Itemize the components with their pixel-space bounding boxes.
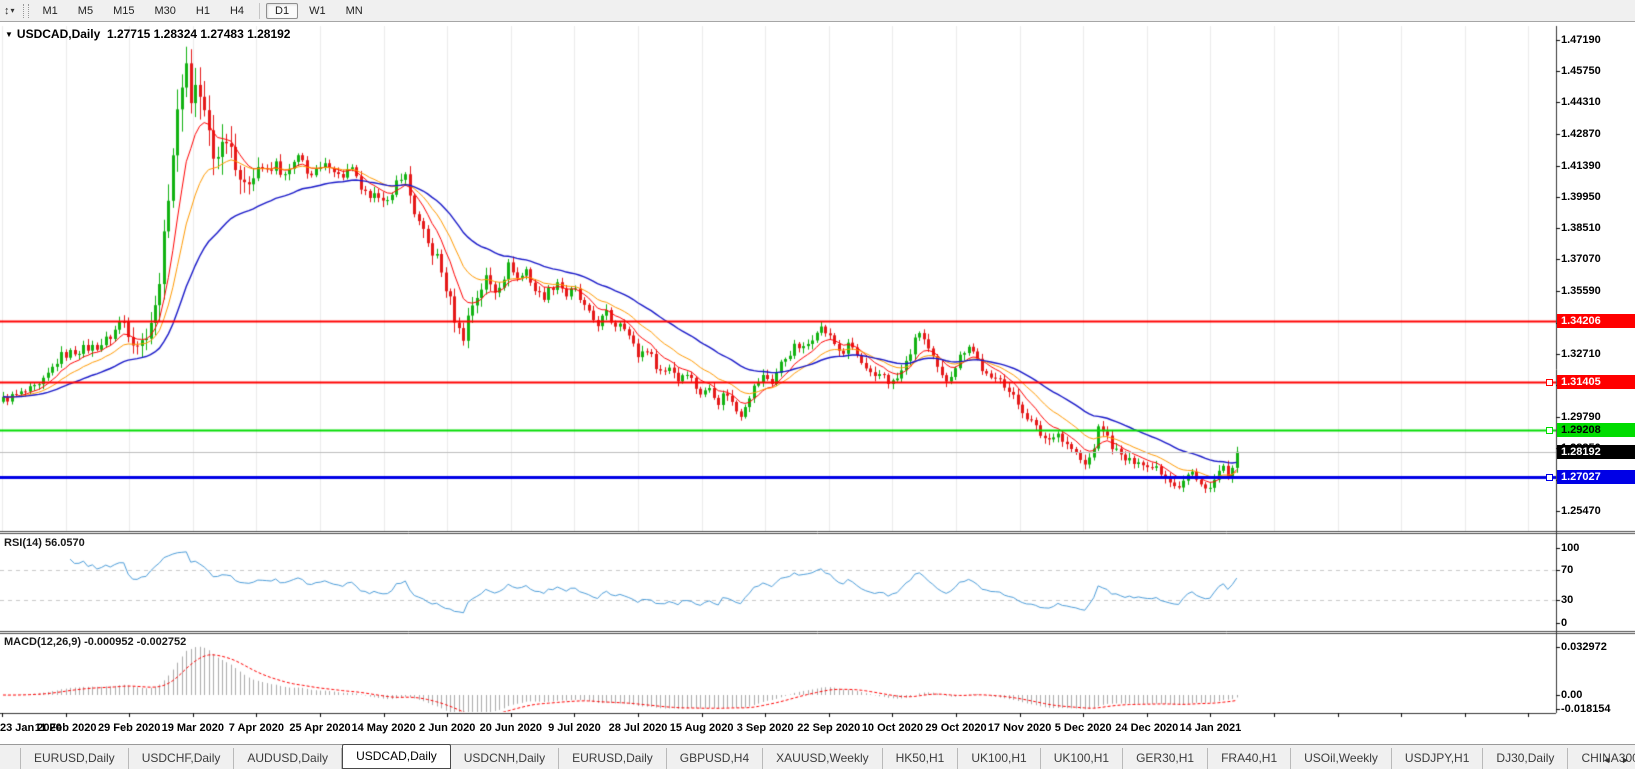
price-tick-label: 1.45750 xyxy=(1561,65,1601,78)
price-tick-label: 1.42870 xyxy=(1561,127,1601,140)
macd-indicator-label: MACD(12,26,9) -0.000952 -0.002752 xyxy=(4,636,187,648)
chevron-down-icon: ▾ xyxy=(10,6,15,15)
hline-price-label[interactable]: 1.34206 xyxy=(1557,314,1635,329)
chart-tab-usdcad-daily[interactable]: USDCAD,Daily xyxy=(342,744,451,769)
timeframe-button-m1[interactable]: M1 xyxy=(34,3,67,19)
date-axis[interactable] xyxy=(0,714,1556,742)
pointer-tool-icon[interactable]: ↕ ▾ xyxy=(0,2,19,20)
chart-dropdown-icon[interactable]: ▼ xyxy=(5,30,13,39)
timeframe-button-h1[interactable]: H1 xyxy=(187,3,219,19)
chart-tab-usdcnh-daily[interactable]: USDCNH,Daily xyxy=(451,748,560,769)
macd-tick-label: -0.018154 xyxy=(1561,703,1611,715)
chart-tab-eurusd-daily[interactable]: EURUSD,Daily xyxy=(559,748,667,769)
chart-tab-eurusd-daily[interactable]: EURUSD,Daily xyxy=(20,748,129,769)
hline-price-label[interactable]: 1.29208 xyxy=(1557,422,1635,437)
price-tick-label: 1.38510 xyxy=(1561,222,1601,235)
price-tick-label: 1.37070 xyxy=(1561,253,1601,266)
toolbar-grip[interactable] xyxy=(22,3,29,18)
hline-price-label[interactable]: 1.31405 xyxy=(1557,375,1635,390)
timeframe-button-m30[interactable]: M30 xyxy=(145,3,184,19)
chart-ohlc-values: 1.27715 1.28324 1.27483 1.28192 xyxy=(106,27,291,41)
tab-scroll-right-icon[interactable]: ► xyxy=(1617,754,1634,766)
chart-tab-uk100-h1[interactable]: UK100,H1 xyxy=(958,748,1041,769)
rsi-tick-label: 0 xyxy=(1561,616,1568,629)
timeframe-buttons: M1 M5 M15 M30 H1 H4 D1 W1 MN xyxy=(33,2,373,19)
current-price-label: 1.28192 xyxy=(1557,444,1635,459)
hline-handle[interactable] xyxy=(1546,426,1553,434)
pointer-glyph: ↕ xyxy=(4,4,10,17)
rsi-tick-label: 70 xyxy=(1561,564,1574,576)
chart-tab-xauusd-weekly[interactable]: XAUUSD,Weekly xyxy=(763,748,883,769)
timeframe-button-m15[interactable]: M15 xyxy=(104,3,143,19)
hline-handle[interactable] xyxy=(1546,473,1553,481)
chart-tab-usdjpy-h1[interactable]: USDJPY,H1 xyxy=(1392,748,1484,769)
price-chart-canvas[interactable] xyxy=(0,23,1635,719)
chart-tab-usdchf-daily[interactable]: USDCHF,Daily xyxy=(129,748,235,769)
timeframe-button-m5[interactable]: M5 xyxy=(69,3,102,19)
chart-tab-usoil-weekly[interactable]: USOil,Weekly xyxy=(1291,748,1392,769)
chart-symbol: USDCAD,Daily xyxy=(16,27,101,41)
macd-tick-label: 0.00 xyxy=(1561,689,1583,701)
tab-scroll-left-icon[interactable]: ◄ xyxy=(1598,754,1615,766)
hline-price-label[interactable]: 1.27027 xyxy=(1557,469,1635,484)
price-tick-label: 1.35590 xyxy=(1561,285,1601,298)
timeframe-button-w1[interactable]: W1 xyxy=(300,3,335,19)
rsi-tick-label: 30 xyxy=(1561,594,1574,606)
price-tick-label: 1.41390 xyxy=(1561,159,1601,172)
price-tick-label: 1.25470 xyxy=(1561,504,1601,517)
chart-tab-dj30-daily[interactable]: DJ30,Daily xyxy=(1483,748,1569,769)
hline-handle[interactable] xyxy=(1546,379,1553,387)
price-tick-label: 1.47190 xyxy=(1561,34,1601,46)
tab-scrollers: ◄ ► xyxy=(1598,754,1634,766)
toolbar-separator xyxy=(259,2,261,19)
macd-tick-label: 0.032972 xyxy=(1561,640,1607,653)
timeframe-button-mn[interactable]: MN xyxy=(337,3,372,19)
timeframe-button-d1[interactable]: D1 xyxy=(266,2,299,19)
timeframe-button-h4[interactable]: H4 xyxy=(221,3,253,19)
chart-tab-bar: EURUSD,Daily USDCHF,Daily AUDUSD,Daily USDC… xyxy=(0,744,1635,769)
price-tick-label: 1.29790 xyxy=(1561,411,1601,424)
chart-tab-ger30-h1[interactable]: GER30,H1 xyxy=(1123,748,1209,769)
chart-tab-uk100-h1[interactable]: UK100,H1 xyxy=(1041,748,1124,769)
timeframe-toolbar: ↕ ▾ M1 M5 M15 M30 H1 H4 D1 W1 MN xyxy=(0,0,1635,22)
chart-tab-audusd-daily[interactable]: AUDUSD,Daily xyxy=(234,748,343,769)
chart-tab-hk50-h1[interactable]: HK50,H1 xyxy=(883,748,959,769)
rsi-tick-label: 100 xyxy=(1561,541,1580,554)
price-tick-label: 1.44310 xyxy=(1561,96,1601,109)
chart-title: ▼ USDCAD,Daily 1.27715 1.28324 1.27483 1.… xyxy=(5,27,290,41)
chart-tab-gbpusd-h4[interactable]: GBPUSD,H4 xyxy=(667,748,764,769)
price-tick-label: 1.39950 xyxy=(1561,190,1601,203)
rsi-indicator-label: RSI(14) 56.0570 xyxy=(4,537,85,549)
chart-tab-fra40-h1[interactable]: FRA40,H1 xyxy=(1208,748,1292,769)
mt4-terminal: ↕ ▾ M1 M5 M15 M30 H1 H4 D1 W1 MN ▼ USDCAD,Daily 1… xyxy=(0,0,1635,769)
price-tick-label: 1.32710 xyxy=(1561,347,1601,360)
